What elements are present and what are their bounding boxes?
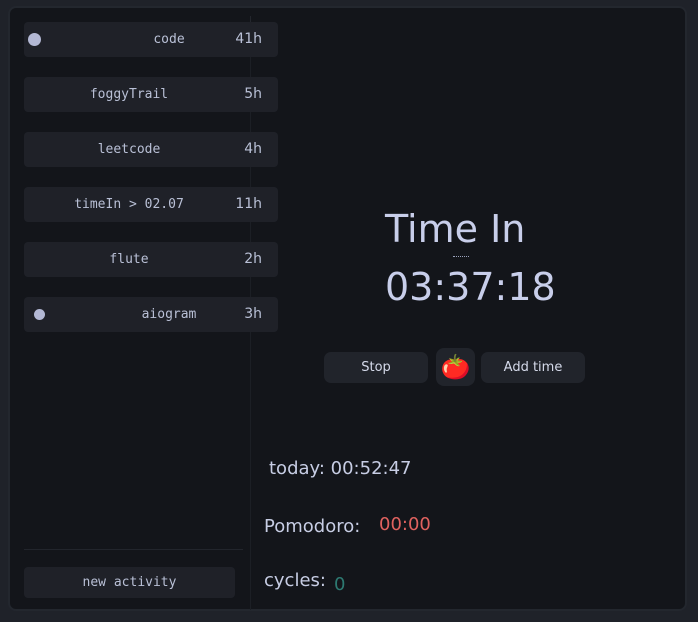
activity-item-leetcode[interactable]: leetcode 4h	[24, 132, 278, 167]
add-time-button[interactable]: Add time	[481, 352, 585, 383]
activity-name: code	[153, 32, 185, 47]
tomato-icon[interactable]: 🍅	[436, 348, 475, 386]
stop-button[interactable]: Stop	[324, 352, 428, 383]
activity-item-aiogram[interactable]: aiogram 3h	[24, 297, 278, 332]
activity-hours: 11h	[235, 196, 262, 212]
pomodoro-value: 00:00	[379, 514, 431, 535]
activity-hours: 5h	[244, 86, 262, 102]
activity-item-code[interactable]: code 41h	[24, 22, 278, 57]
title-underline	[453, 256, 469, 257]
activity-hours: 4h	[244, 141, 262, 157]
activity-name: timeIn > 02.07	[74, 197, 184, 212]
activity-item-timein[interactable]: timeIn > 02.07 11h	[24, 187, 278, 222]
activity-name: foggyTrail	[89, 87, 169, 102]
activity-name: leetcode	[97, 142, 161, 157]
timer-clock: 03:37:18	[385, 265, 556, 309]
new-activity-button[interactable]: new activity	[24, 567, 235, 598]
app-window: code 41h foggyTrail 5h leetcode 4h timeI…	[8, 6, 687, 611]
cycles-value: 0	[334, 574, 346, 595]
activity-hours: 41h	[235, 31, 262, 47]
pomodoro-label: Pomodoro:	[264, 516, 361, 537]
timer-title: Time In	[385, 207, 526, 251]
activity-name: aiogram	[141, 307, 197, 322]
activity-name: flute	[109, 252, 149, 267]
activity-hours: 3h	[244, 306, 262, 322]
sidebar-bottom-divider	[24, 549, 243, 550]
today-total: today: 00:52:47	[269, 458, 412, 479]
cycles-label: cycles:	[264, 570, 326, 591]
activity-hours: 2h	[244, 251, 262, 267]
activity-item-flute[interactable]: flute 2h	[24, 242, 278, 277]
activity-item-foggytrail[interactable]: foggyTrail 5h	[24, 77, 278, 112]
